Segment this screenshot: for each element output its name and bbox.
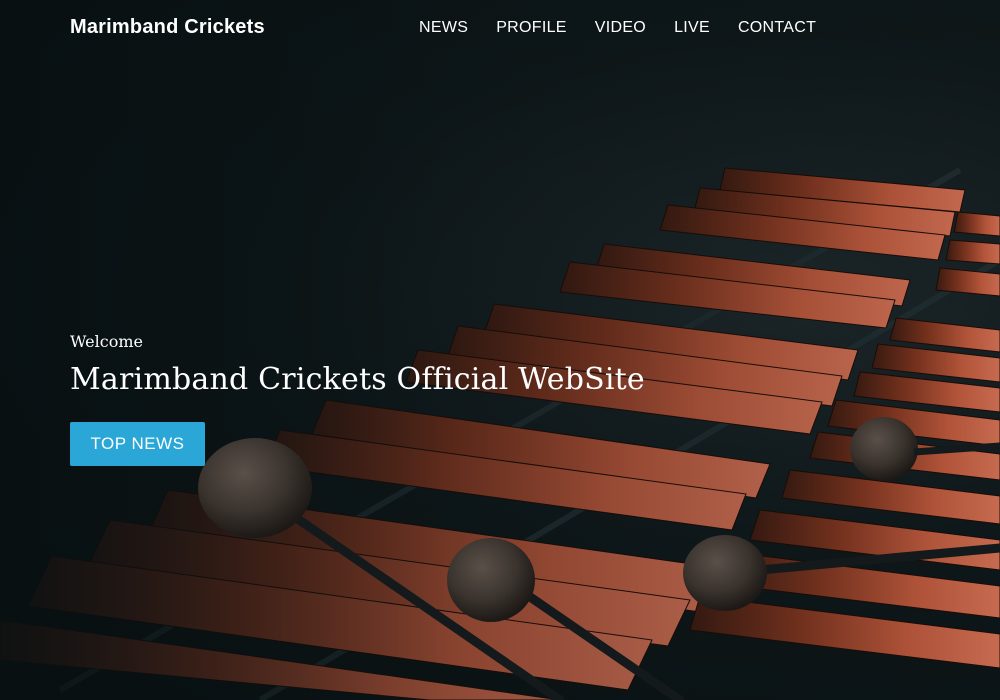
hero-eyebrow: Welcome xyxy=(70,332,143,351)
nav-profile[interactable]: PROFILE xyxy=(496,19,567,37)
hero-headline: Marimband Crickets Official WebSite xyxy=(70,362,645,397)
nav-contact[interactable]: CONTACT xyxy=(738,19,816,37)
marimba-photo xyxy=(0,0,1000,700)
site-header: Marimband Crickets NEWS PROFILE VIDEO LI… xyxy=(0,0,1000,58)
hero-section: Marimband Crickets NEWS PROFILE VIDEO LI… xyxy=(0,0,1000,700)
nav-news[interactable]: NEWS xyxy=(419,19,468,37)
nav-live[interactable]: LIVE xyxy=(674,19,710,37)
site-logo[interactable]: Marimband Crickets xyxy=(70,16,265,39)
nav-video[interactable]: VIDEO xyxy=(595,19,646,37)
top-news-button[interactable]: TOP NEWS xyxy=(70,422,205,466)
main-nav: NEWS PROFILE VIDEO LIVE CONTACT xyxy=(419,19,816,37)
